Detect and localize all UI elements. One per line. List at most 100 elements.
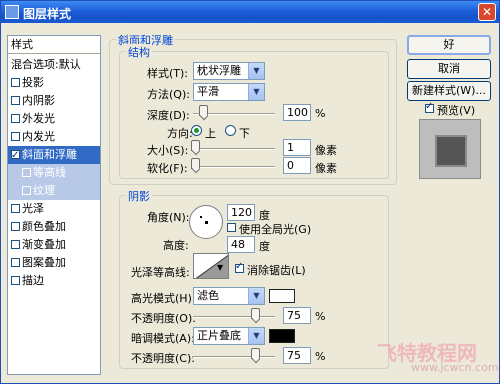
direction-up-label: 上 — [205, 127, 216, 140]
shading-legend: 阴影 — [126, 188, 152, 204]
depth-input[interactable]: 100 — [283, 104, 311, 121]
global-light-label: 使用全局光(G) — [239, 223, 312, 236]
size-input[interactable]: 1 — [283, 139, 311, 156]
direction-down-radio[interactable] — [225, 125, 236, 136]
depth-label: 深度(D): — [147, 109, 190, 122]
structure-legend: 结构 — [126, 44, 152, 60]
satin-item[interactable]: 光泽 — [8, 200, 100, 218]
size-slider-thumb[interactable] — [191, 140, 200, 151]
size-slider-track[interactable] — [193, 148, 275, 150]
shadow-opacity-input[interactable]: 75 — [283, 347, 311, 364]
color-overlay-item[interactable]: 颜色叠加 — [8, 218, 100, 236]
blend-options-item[interactable]: 混合选项:默认 — [8, 56, 100, 74]
contour-curve-icon — [195, 254, 228, 278]
style-list: 样式 混合选项:默认 投影 内阴影 外发光 内发光 斜面和浮雕 等高线 纹理 光… — [7, 35, 101, 375]
altitude-label: 高度: — [163, 239, 189, 252]
title-bar: 图层样式 ✕ — [1, 1, 499, 23]
pattern-overlay-item[interactable]: 图案叠加 — [8, 254, 100, 272]
window-title: 图层样式 — [23, 7, 72, 21]
checkbox[interactable] — [11, 114, 20, 123]
texture-subitem[interactable]: 纹理 — [8, 182, 100, 200]
highlight-mode-value: 滤色 — [197, 289, 219, 302]
chevron-down-icon: ▼ — [248, 84, 264, 100]
shadow-mode-select[interactable]: 正片叠底 ▼ — [193, 327, 265, 345]
checkbox[interactable] — [11, 258, 20, 267]
angle-label: 角度(N): — [147, 211, 190, 224]
highlight-opacity-thumb[interactable] — [251, 308, 260, 319]
list-item-label: 纹理 — [33, 184, 55, 197]
technique-select[interactable]: 平滑 ▼ — [193, 83, 265, 101]
highlight-color-swatch[interactable] — [269, 289, 295, 303]
list-item-label: 等高线 — [33, 166, 66, 179]
highlight-opacity-track[interactable] — [193, 316, 275, 318]
chevron-down-icon: ▼ — [248, 288, 264, 304]
highlight-mode-label: 高光模式(H): — [131, 292, 196, 305]
bevel-emboss-item[interactable]: 斜面和浮雕 — [8, 146, 100, 165]
stroke-item[interactable]: 描边 — [8, 272, 100, 290]
inner-glow-item[interactable]: 内发光 — [8, 128, 100, 146]
size-unit: 像素 — [315, 144, 337, 157]
list-item-label: 斜面和浮雕 — [22, 148, 77, 161]
close-button[interactable]: ✕ — [478, 3, 496, 21]
style-list-header[interactable]: 样式 — [8, 36, 100, 54]
global-light-checkbox[interactable] — [227, 223, 236, 232]
soften-unit: 像素 — [315, 162, 337, 175]
list-item-label: 颜色叠加 — [22, 220, 66, 233]
inner-shadow-item[interactable]: 内阴影 — [8, 92, 100, 110]
list-item-label: 内阴影 — [22, 94, 55, 107]
checkbox[interactable] — [22, 168, 31, 177]
contour-subitem[interactable]: 等高线 — [8, 164, 100, 182]
checkbox[interactable] — [11, 96, 20, 105]
style-select[interactable]: 枕状浮雕 ▼ — [193, 62, 265, 80]
checkbox[interactable] — [11, 78, 20, 87]
soften-label: 软化(F): — [147, 162, 188, 175]
direction-label: 方向: — [167, 127, 193, 140]
shadow-opacity-track[interactable] — [193, 356, 275, 358]
checkbox[interactable] — [11, 222, 20, 231]
list-item-label: 图案叠加 — [22, 256, 66, 269]
angle-dial[interactable] — [189, 205, 223, 239]
shadow-mode-label: 暗调模式(A): — [131, 332, 195, 345]
shadow-opacity-label: 不透明度(C): — [131, 352, 195, 365]
checkbox[interactable] — [11, 132, 20, 141]
highlight-opacity-unit: % — [315, 310, 326, 323]
gradient-overlay-item[interactable]: 渐变叠加 — [8, 236, 100, 254]
checkbox[interactable] — [11, 204, 20, 213]
gloss-contour-picker[interactable] — [193, 253, 229, 279]
technique-label: 方法(Q): — [147, 88, 190, 101]
new-style-button[interactable]: 新建样式(W)... — [407, 81, 491, 101]
angle-input[interactable]: 120 — [227, 204, 255, 221]
soften-slider-track[interactable] — [193, 166, 275, 168]
altitude-input[interactable]: 48 — [227, 236, 255, 253]
checkbox[interactable] — [11, 240, 20, 249]
list-item-label: 内发光 — [22, 130, 55, 143]
highlight-opacity-input[interactable]: 75 — [283, 307, 311, 324]
highlight-mode-select[interactable]: 滤色 ▼ — [193, 287, 265, 305]
list-item-label: 外发光 — [22, 112, 55, 125]
cancel-button[interactable]: 取消 — [407, 59, 491, 79]
depth-slider-thumb[interactable] — [199, 105, 208, 116]
direction-up-radio[interactable] — [191, 125, 202, 136]
chevron-down-icon: ▼ — [248, 328, 264, 344]
direction-down-label: 下 — [239, 127, 250, 140]
outer-glow-item[interactable]: 外发光 — [8, 110, 100, 128]
shadow-opacity-thumb[interactable] — [251, 348, 260, 359]
watermark-url: www.jcwcn.com — [411, 361, 499, 374]
chevron-down-icon: ▼ — [248, 63, 264, 79]
soften-slider-thumb[interactable] — [191, 158, 200, 169]
preview-checkbox[interactable] — [425, 101, 434, 113]
checkbox[interactable] — [22, 186, 31, 195]
ok-button[interactable]: 好 — [407, 35, 491, 55]
soften-input[interactable]: 0 — [283, 157, 311, 174]
contour-dropdown-icon[interactable]: ▼ — [217, 263, 223, 272]
highlight-opacity-label: 不透明度(O): — [131, 312, 196, 325]
angle-dial-hand — [200, 216, 202, 218]
list-item-label: 渐变叠加 — [22, 238, 66, 251]
size-label: 大小(S): — [147, 144, 189, 157]
checkbox[interactable] — [11, 276, 20, 285]
preview-label: 预览(V) — [437, 104, 476, 117]
anti-alias-checkbox[interactable] — [235, 261, 244, 273]
drop-shadow-item[interactable]: 投影 — [8, 74, 100, 92]
checkbox[interactable] — [11, 147, 20, 165]
shadow-color-swatch[interactable] — [269, 329, 295, 343]
